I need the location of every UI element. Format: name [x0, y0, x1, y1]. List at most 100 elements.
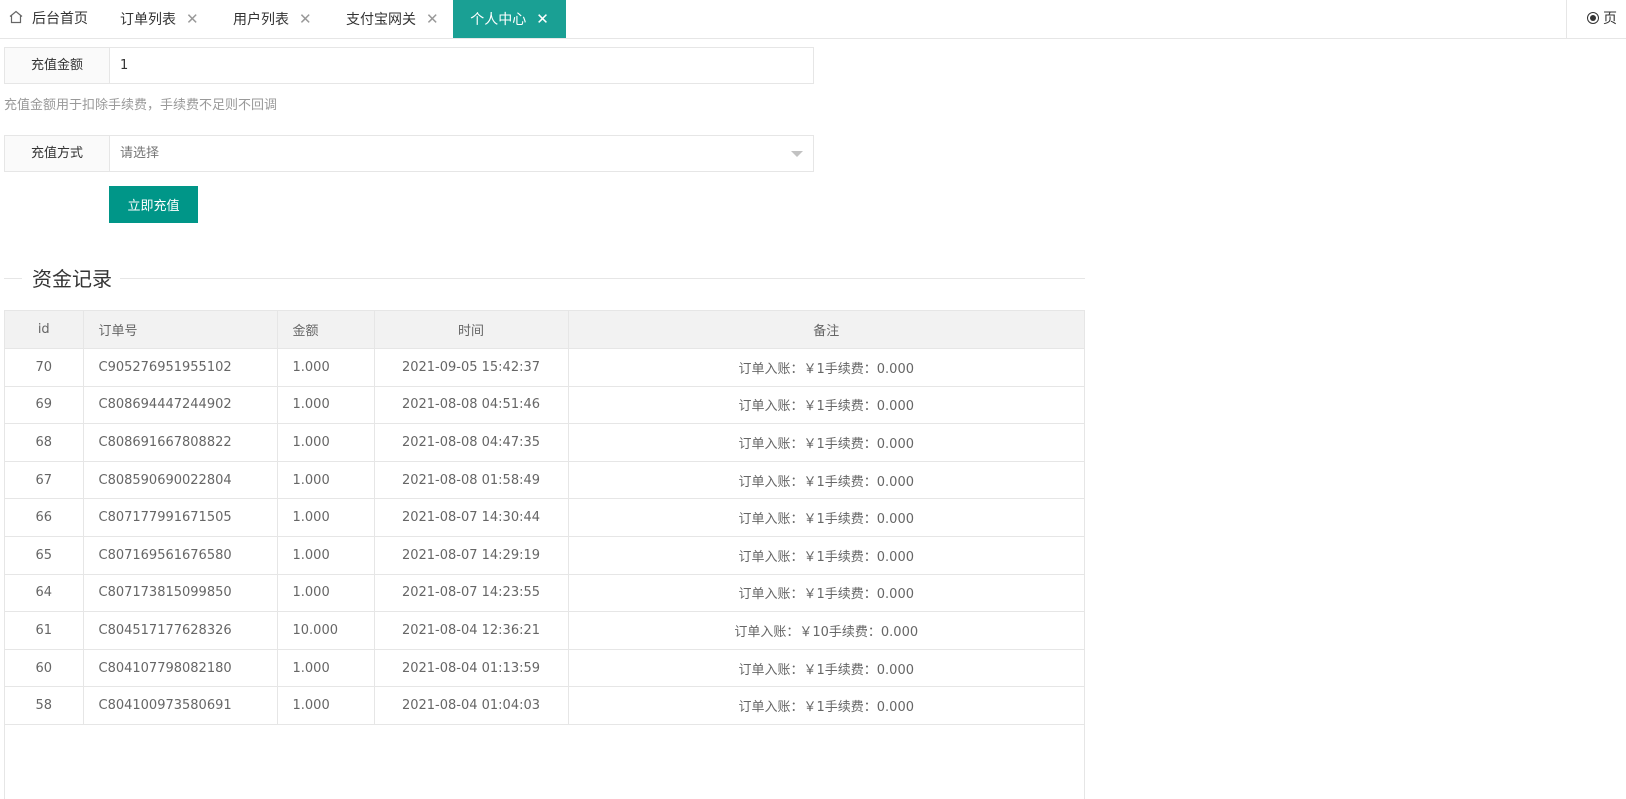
amount-label: 充值金额 — [5, 48, 110, 83]
cell-time: 2021-08-08 04:51:46 — [374, 386, 569, 425]
cell-time: 2021-08-04 01:13:59 — [374, 649, 569, 688]
method-select[interactable]: 请选择 — [110, 136, 813, 171]
cell-order-no: C804100973580691 — [83, 686, 278, 726]
cell-order-no: C808590690022804 — [83, 461, 278, 500]
cell-order-no: C808694447244902 — [83, 386, 278, 425]
table-row[interactable]: 67 C808590690022804 1.000 2021-08-08 01:58:… — [5, 461, 1084, 500]
cell-order-no: C804517177628326 — [83, 611, 278, 650]
cell-time: 2021-08-07 14:29:19 — [374, 536, 569, 575]
cell-order-no: C804107798082180 — [83, 649, 278, 688]
cell-order-no: C905276951955102 — [83, 348, 278, 387]
cell-id: 68 — [5, 423, 84, 462]
tab-personal-center[interactable]: 个人中心 ✕ — [453, 0, 566, 38]
amount-input[interactable] — [110, 48, 813, 83]
home-icon — [9, 10, 23, 24]
radio-icon — [1587, 12, 1599, 24]
chevron-down-icon — [791, 151, 803, 157]
records-section-title: 资金记录 — [4, 264, 1085, 294]
close-icon[interactable]: ✕ — [299, 0, 312, 38]
cell-remark: 订单入账：￥10手续费：0.000 — [568, 611, 1084, 650]
cell-amount: 1.000 — [277, 348, 375, 387]
tab-alipay-gateway[interactable]: 支付宝网关 ✕ — [346, 0, 439, 38]
column-header-remark[interactable]: 备注 — [568, 311, 1084, 350]
cell-id: 65 — [5, 536, 84, 575]
cell-order-no: C807177991671505 — [83, 498, 278, 538]
column-header-time[interactable]: 时间 — [374, 311, 569, 350]
close-icon[interactable]: ✕ — [186, 0, 199, 38]
close-icon[interactable]: ✕ — [536, 0, 549, 38]
table-row[interactable]: 65 C807169561676580 1.000 2021-08-07 14:29:… — [5, 536, 1084, 575]
divider — [4, 278, 22, 279]
cell-id: 69 — [5, 386, 84, 425]
cell-id: 64 — [5, 574, 84, 613]
tab-label: 用户列表 — [233, 12, 289, 28]
cell-remark: 订单入账：￥1手续费：0.000 — [568, 461, 1084, 500]
records-body: 70 C905276951955102 1.000 2021-09-05 15:42:… — [5, 348, 1084, 726]
cell-time: 2021-08-04 01:04:03 — [374, 686, 569, 726]
cell-id: 58 — [5, 686, 84, 726]
cell-id: 60 — [5, 649, 84, 688]
cell-id: 61 — [5, 611, 84, 650]
cell-amount: 1.000 — [277, 423, 375, 462]
cell-time: 2021-08-08 01:58:49 — [374, 461, 569, 500]
divider — [120, 278, 1085, 279]
page-options-button[interactable]: 页 — [1566, 0, 1626, 38]
column-header-id[interactable]: id — [5, 311, 84, 350]
cell-amount: 1.000 — [277, 461, 375, 500]
method-row: 充值方式 请选择 — [4, 135, 814, 172]
column-header-amount[interactable]: 金额 — [277, 311, 375, 350]
cell-id: 67 — [5, 461, 84, 500]
table-row[interactable]: 60 C804107798082180 1.000 2021-08-04 01:13:… — [5, 649, 1084, 688]
tab-label: 个人中心 — [470, 12, 527, 28]
recharge-button[interactable]: 立即充值 — [109, 186, 198, 223]
cell-remark: 订单入账：￥1手续费：0.000 — [568, 498, 1084, 538]
cell-time: 2021-08-07 14:30:44 — [374, 498, 569, 538]
table-row[interactable]: 64 C807173815099850 1.000 2021-08-07 14:23:… — [5, 574, 1084, 613]
tab-label: 订单列表 — [120, 12, 176, 28]
tab-bar: 后台首页 订单列表 ✕ 用户列表 ✕ 支付宝网关 ✕ 个人中心 ✕ 页 — [0, 0, 1626, 39]
tab-label: 后台首页 — [32, 11, 88, 27]
cell-remark: 订单入账：￥1手续费：0.000 — [568, 686, 1084, 726]
cell-order-no: C808691667808822 — [83, 423, 278, 462]
cell-order-no: C807173815099850 — [83, 574, 278, 613]
cell-time: 2021-08-08 04:47:35 — [374, 423, 569, 462]
cell-order-no: C807169561676580 — [83, 536, 278, 575]
column-header-order-no[interactable]: 订单号 — [83, 311, 278, 350]
amount-hint: 充值金额用于扣除手续费，手续费不足则不回调 — [4, 98, 278, 113]
table-row[interactable]: 61 C804517177628326 10.000 2021-08-04 12:36… — [5, 611, 1084, 650]
table-row[interactable]: 70 C905276951955102 1.000 2021-09-05 15:42:… — [5, 348, 1084, 387]
records-title: 资金记录 — [32, 267, 112, 291]
cell-remark: 订单入账：￥1手续费：0.000 — [568, 536, 1084, 575]
cell-remark: 订单入账：￥1手续费：0.000 — [568, 348, 1084, 387]
close-icon[interactable]: ✕ — [426, 0, 439, 38]
cell-remark: 订单入账：￥1手续费：0.000 — [568, 423, 1084, 462]
cell-amount: 1.000 — [277, 649, 375, 688]
tab-user-list[interactable]: 用户列表 ✕ — [233, 0, 312, 38]
table-header-row: id 订单号 金额 时间 备注 — [5, 311, 1084, 350]
cell-amount: 1.000 — [277, 574, 375, 613]
cell-remark: 订单入账：￥1手续费：0.000 — [568, 386, 1084, 425]
cell-amount: 1.000 — [277, 536, 375, 575]
cell-remark: 订单入账：￥1手续费：0.000 — [568, 649, 1084, 688]
cell-id: 70 — [5, 348, 84, 387]
table-row[interactable]: 69 C808694447244902 1.000 2021-08-08 04:51:… — [5, 386, 1084, 425]
cell-amount: 10.000 — [277, 611, 375, 650]
cell-time: 2021-08-04 12:36:21 — [374, 611, 569, 650]
table-row[interactable]: 58 C804100973580691 1.000 2021-08-04 01:04:… — [5, 686, 1084, 726]
tab-label: 支付宝网关 — [346, 12, 416, 28]
records-table: id 订单号 金额 时间 备注 70 C905276951955102 1.000 2… — [4, 310, 1085, 799]
cell-remark: 订单入账：￥1手续费：0.000 — [568, 574, 1084, 613]
table-row[interactable]: 66 C807177991671505 1.000 2021-08-07 14:30:… — [5, 498, 1084, 538]
cell-amount: 1.000 — [277, 686, 375, 726]
tab-home[interactable]: 后台首页 — [8, 0, 88, 38]
method-placeholder: 请选择 — [120, 146, 160, 161]
cell-time: 2021-09-05 15:42:37 — [374, 348, 569, 387]
method-label: 充值方式 — [5, 136, 110, 171]
cell-time: 2021-08-07 14:23:55 — [374, 574, 569, 613]
cell-amount: 1.000 — [277, 386, 375, 425]
tab-order-list[interactable]: 订单列表 ✕ — [120, 0, 199, 38]
table-row[interactable]: 68 C808691667808822 1.000 2021-08-08 04:47:… — [5, 423, 1084, 462]
page-options-label: 页 — [1603, 11, 1617, 27]
amount-row: 充值金额 — [4, 47, 814, 84]
cell-amount: 1.000 — [277, 498, 375, 538]
